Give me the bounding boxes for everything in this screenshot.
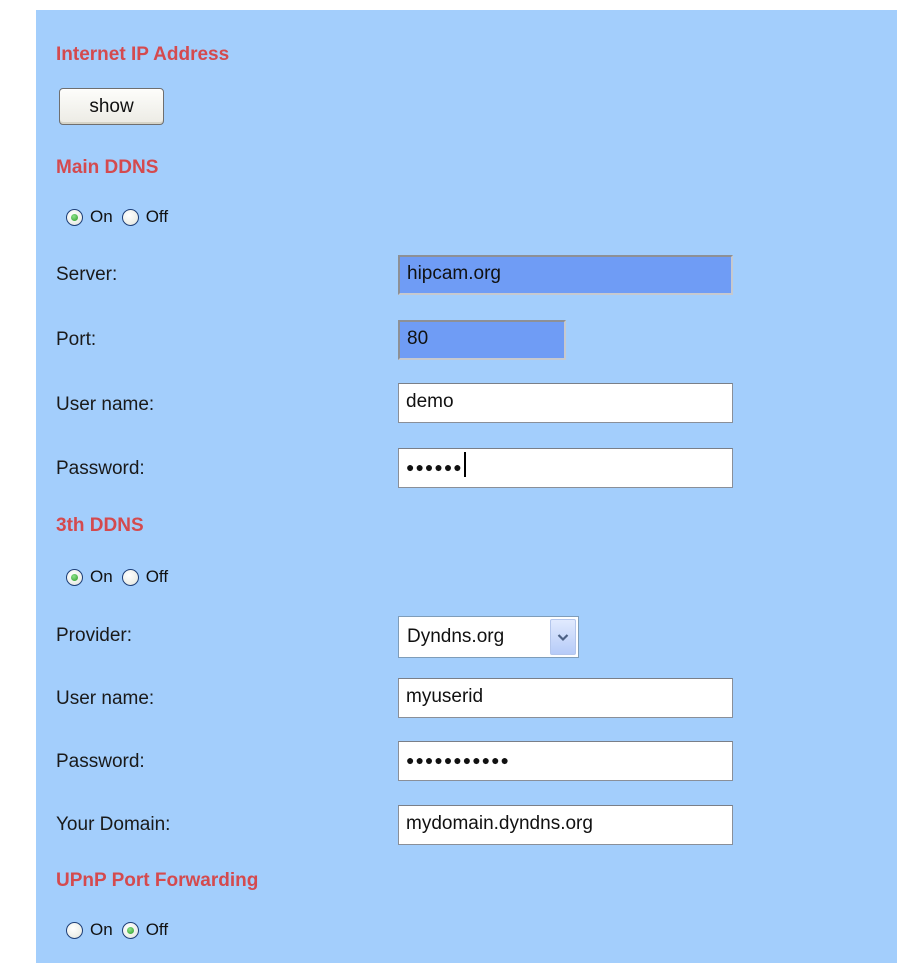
third-password-label: Password:: [56, 751, 145, 772]
main-username-label: User name:: [56, 394, 155, 415]
main-ddns-off-radio[interactable]: [121, 208, 139, 226]
main-password-mask: ●●●●●●: [406, 459, 463, 475]
server-input[interactable]: hipcam.org: [398, 255, 733, 295]
settings-panel: Internet IP Address show Main DDNS On Of…: [36, 10, 897, 963]
third-ddns-on-radio[interactable]: [66, 568, 83, 586]
main-ddns-title: Main DDNS: [56, 157, 159, 178]
main-ddns-on-radio[interactable]: [66, 208, 83, 226]
third-ddns-on-label: On: [90, 567, 113, 586]
upnp-title: UPnP Port Forwarding: [56, 870, 259, 891]
main-ddns-on-label: On: [90, 207, 113, 226]
upnp-off-label: Off: [145, 920, 169, 939]
provider-label: Provider:: [56, 625, 133, 646]
show-ip-button[interactable]: show: [59, 88, 164, 125]
third-password-mask: ●●●●●●●●●●●: [406, 752, 511, 768]
upnp-on-radio[interactable]: [66, 921, 83, 939]
third-ddns-off-label: Off: [145, 567, 169, 586]
third-username-input[interactable]: myuserid: [398, 678, 733, 718]
upnp-off-radio[interactable]: [121, 921, 139, 939]
third-ddns-title: 3th DDNS: [56, 515, 144, 536]
main-ddns-radio-group: On Off: [66, 207, 177, 227]
internet-ip-title: Internet IP Address: [56, 44, 230, 65]
third-ddns-radio-group: On Off: [66, 567, 177, 587]
port-label: Port:: [56, 329, 97, 350]
provider-selected-value: Dyndns.org: [407, 626, 505, 647]
main-ddns-off-label: Off: [145, 207, 169, 226]
upnp-radio-group: On Off: [66, 920, 177, 940]
main-password-input[interactable]: ●●●●●●: [398, 448, 733, 488]
third-password-input[interactable]: ●●●●●●●●●●●: [398, 741, 733, 781]
third-ddns-off-radio[interactable]: [121, 568, 139, 586]
third-username-label: User name:: [56, 688, 155, 709]
upnp-on-label: On: [90, 920, 113, 939]
server-label: Server:: [56, 264, 118, 285]
your-domain-input[interactable]: mydomain.dyndns.org: [398, 805, 733, 845]
main-username-input[interactable]: demo: [398, 383, 733, 423]
port-input[interactable]: 80: [398, 320, 566, 360]
main-password-label: Password:: [56, 458, 145, 479]
your-domain-label: Your Domain:: [56, 814, 171, 835]
provider-select[interactable]: Dyndns.org: [398, 616, 579, 658]
text-caret: [463, 452, 466, 478]
chevron-down-icon[interactable]: [550, 619, 576, 655]
